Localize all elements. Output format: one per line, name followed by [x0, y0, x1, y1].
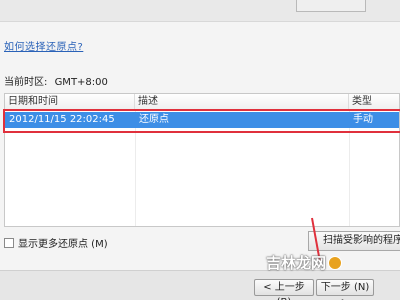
watermark: 吉林龙网 — [266, 252, 343, 273]
back-button[interactable]: < 上一步 (B) — [254, 279, 314, 300]
next-button[interactable]: 下一步 (N) > — [316, 279, 374, 300]
watermark-logo-icon — [328, 255, 343, 270]
watermark-text: 吉林龙网 — [266, 254, 327, 272]
wizard-footer: < 上一步 (B) 下一步 (N) > — [0, 270, 400, 300]
